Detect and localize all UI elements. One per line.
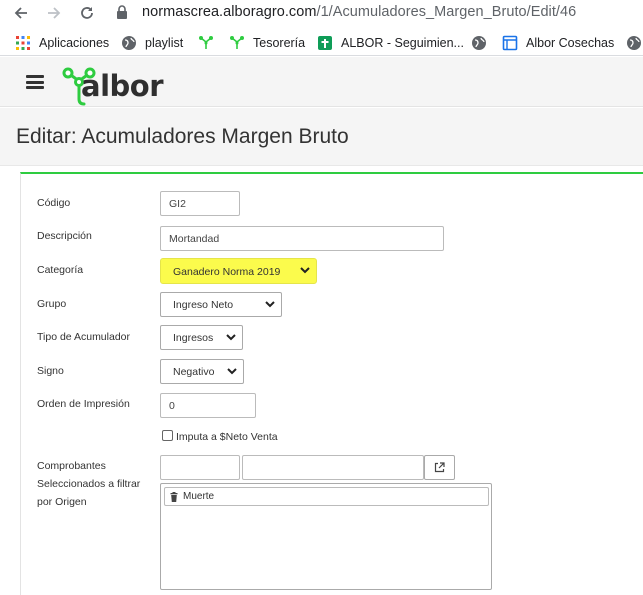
albor-icon	[230, 36, 244, 49]
comprobantes-list[interactable]: Muerte	[160, 483, 492, 590]
menu-icon[interactable]	[26, 75, 44, 89]
bookmark-label: Tesorería	[253, 36, 306, 50]
grupo-label: Grupo	[37, 298, 67, 310]
bookmark-globe-icon-only[interactable]	[626, 34, 643, 52]
lock-icon[interactable]	[116, 5, 130, 20]
list-item[interactable]: Muerte	[164, 487, 489, 506]
codigo-input[interactable]: GI2	[160, 191, 240, 216]
bookmarks-bar: Aplicaciones playlist Tesorería ALBOR - …	[0, 30, 643, 56]
logo-text: albor	[81, 69, 164, 103]
tipo-acumulador-select[interactable]: Ingresos	[160, 325, 243, 350]
back-arrow-icon[interactable]	[10, 2, 32, 24]
list-item-label: Muerte	[183, 491, 215, 502]
bookmark-albor-seguimiento[interactable]: ALBOR - Seguimien...	[317, 34, 464, 52]
comprobantes-search-input[interactable]	[242, 455, 424, 480]
reload-icon[interactable]	[76, 2, 98, 24]
bookmark-label: Albor Cosechas	[526, 36, 615, 50]
comprobantes-code-input[interactable]	[160, 455, 240, 480]
bookmark-tesoreria[interactable]: Tesorería	[229, 34, 305, 52]
grupo-select[interactable]: Ingreso Neto	[160, 292, 282, 317]
open-external-button[interactable]	[424, 455, 455, 480]
comprobantes-label-line1: Comprobantes	[37, 460, 106, 472]
chevron-down-icon	[226, 334, 236, 341]
bookmark-playlist[interactable]: playlist	[121, 34, 183, 52]
trash-icon[interactable]	[170, 492, 178, 502]
bookmark-aplicaciones[interactable]: Aplicaciones	[15, 34, 109, 52]
albor-icon	[199, 36, 213, 49]
grupo-value: Ingreso Neto	[173, 299, 234, 311]
orden-impresion-input[interactable]: 0	[160, 393, 256, 418]
browser-toolbar: normascrea.alboragro.com/1/Acumuladores_…	[0, 0, 643, 26]
bookmark-label: ALBOR - Seguimien...	[341, 36, 464, 50]
bookmark-label: playlist	[145, 36, 184, 50]
external-link-icon	[434, 462, 445, 473]
url-host: normascrea.alboragro.com	[142, 4, 317, 20]
comprobantes-label-line3: por Origen	[37, 496, 87, 508]
globe-icon	[122, 36, 136, 50]
orden-impresion-label: Orden de Impresión	[37, 398, 130, 410]
categoria-value: Ganadero Norma 2019	[173, 266, 281, 278]
url-path: /1/Acumuladores_Margen_Bruto/Edit/46	[316, 4, 577, 20]
categoria-select[interactable]: Ganadero Norma 2019	[160, 258, 317, 284]
browser-icon	[502, 35, 518, 51]
tipo-acumulador-value: Ingresos	[173, 332, 214, 344]
url-address[interactable]: normascrea.alboragro.com/1/Acumuladores_…	[142, 4, 576, 20]
tipo-acumulador-label: Tipo de Acumulador	[37, 331, 130, 343]
sheets-icon	[318, 36, 332, 50]
bookmark-albor-cosechas[interactable]: Albor Cosechas	[502, 34, 614, 52]
globe-icon	[627, 36, 641, 50]
chevron-down-icon	[300, 267, 310, 274]
title-bar: Editar: Acumuladores Margen Bruto	[0, 108, 643, 166]
descripcion-label: Descripción	[37, 230, 92, 242]
apps-grid-icon	[16, 36, 30, 50]
comprobantes-label-line2: Seleccionados a filtrar	[37, 478, 141, 490]
descripcion-input[interactable]: Mortandad	[160, 226, 444, 251]
chevron-down-icon	[227, 368, 237, 375]
app-header: albor	[0, 57, 643, 107]
page-title: Editar: Acumuladores Margen Bruto	[16, 125, 349, 148]
bookmark-label: Aplicaciones	[39, 36, 110, 50]
bookmark-albor-icon-only[interactable]	[198, 34, 222, 52]
signo-label: Signo	[37, 365, 64, 377]
codigo-label: Código	[37, 197, 71, 209]
imputa-label: Imputa a $Neto Venta	[176, 431, 278, 443]
imputa-checkbox[interactable]	[162, 430, 173, 441]
globe-icon	[472, 36, 486, 50]
forward-arrow-icon[interactable]	[43, 2, 65, 24]
signo-value: Negativo	[173, 366, 215, 378]
categoria-label: Categoría	[37, 264, 84, 276]
signo-select[interactable]: Negativo	[160, 359, 244, 384]
bookmark-globe-icon-only[interactable]	[471, 34, 495, 52]
chevron-down-icon	[265, 301, 275, 308]
